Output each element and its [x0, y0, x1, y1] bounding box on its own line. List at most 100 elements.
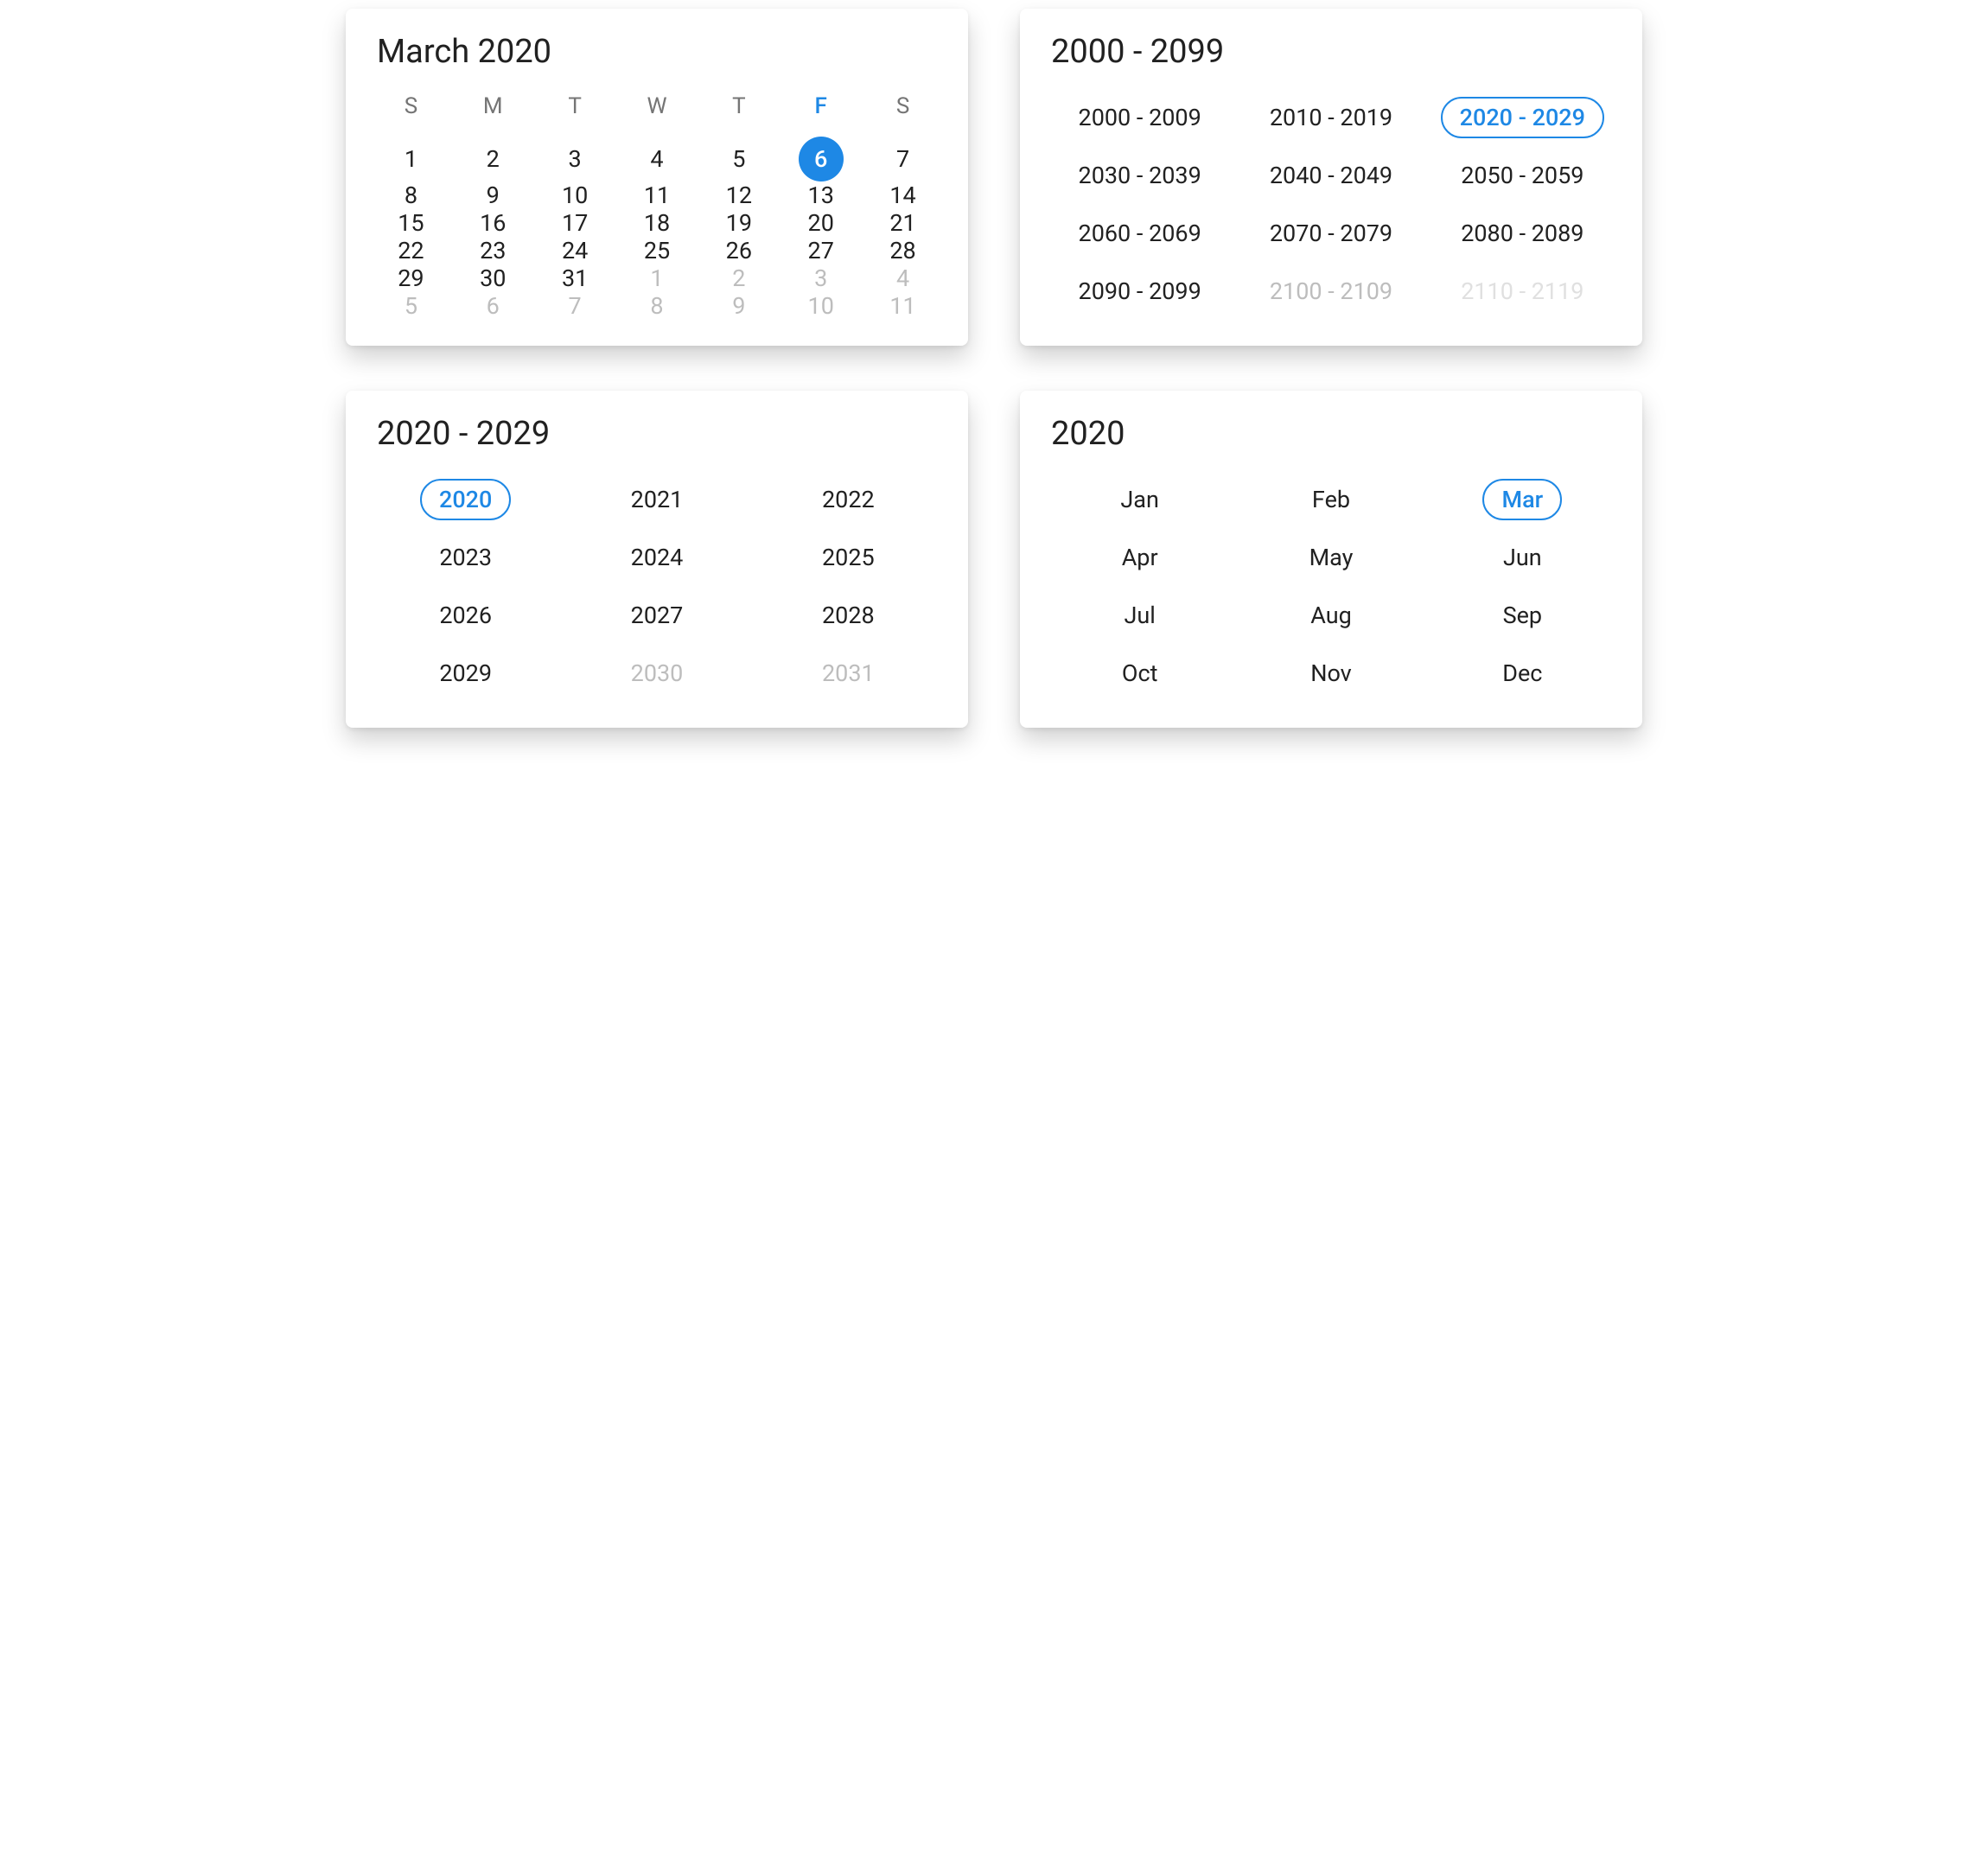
day-cell[interactable]: 19 [698, 209, 780, 237]
calendar-title[interactable]: 2020 [1044, 415, 1618, 453]
day-cell[interactable]: 28 [862, 237, 944, 264]
day-cell[interactable]: 11 [862, 292, 944, 320]
day-cell[interactable]: 16 [452, 209, 534, 237]
year-cell[interactable]: 2031 [806, 653, 890, 694]
calendar-title[interactable]: March 2020 [370, 33, 944, 71]
year-cell[interactable]: 2029 [424, 653, 507, 694]
month-cell[interactable]: Mar [1482, 479, 1562, 520]
calendar-day-view: March 2020 SMTWTFS 123456789101112131415… [346, 9, 968, 346]
day-cell[interactable]: 26 [698, 237, 780, 264]
month-cell[interactable]: Nov [1295, 653, 1367, 694]
day-row: 567891011 [370, 292, 944, 320]
month-cell[interactable]: Dec [1487, 653, 1558, 694]
decade-range-cell[interactable]: 2030 - 2039 [1063, 155, 1217, 196]
year-cell[interactable]: 2022 [806, 479, 890, 520]
day-cell[interactable]: 6 [780, 137, 862, 181]
calendar-century-view: 2000 - 2099 2000 - 2009 2010 - 2019 2020 -… [1020, 9, 1642, 346]
calendar-month-view: 2020 Jan Feb Mar Apr May Jun Jul Aug Sep Oct Nov De… [1020, 391, 1642, 728]
weekday-header-cell: W [616, 85, 698, 128]
day-cell[interactable]: 13 [780, 181, 862, 209]
weekday-header-cell: M [452, 85, 534, 128]
day-cell[interactable]: 25 [616, 237, 698, 264]
decade-range-cell[interactable]: 2020 - 2029 [1441, 97, 1604, 138]
day-cell[interactable]: 6 [452, 292, 534, 320]
day-cell[interactable]: 9 [698, 292, 780, 320]
day-cell[interactable]: 17 [534, 209, 616, 237]
day-cell[interactable]: 10 [534, 181, 616, 209]
day-cell[interactable]: 31 [534, 264, 616, 292]
day-cell[interactable]: 30 [452, 264, 534, 292]
day-cell[interactable]: 9 [452, 181, 534, 209]
day-cell[interactable]: 12 [698, 181, 780, 209]
month-cell[interactable]: Apr [1106, 537, 1174, 578]
calendar-title[interactable]: 2020 - 2029 [370, 415, 944, 453]
decade-range-cell[interactable]: 2000 - 2009 [1063, 97, 1217, 138]
day-row: 1234567 [370, 137, 944, 181]
year-cell[interactable]: 2023 [424, 537, 507, 578]
day-cell[interactable]: 1 [616, 264, 698, 292]
weekday-header-cell: T [698, 85, 780, 128]
year-cell[interactable]: 2021 [615, 479, 699, 520]
year-cell[interactable]: 2025 [806, 537, 890, 578]
decade-range-cell[interactable]: 2010 - 2019 [1254, 97, 1408, 138]
year-cell[interactable]: 2028 [806, 595, 890, 636]
decade-range-cell[interactable]: 2060 - 2069 [1063, 213, 1217, 254]
month-cell[interactable]: Jun [1488, 537, 1558, 578]
day-cell[interactable]: 1 [370, 137, 452, 181]
weekday-header-cell: S [370, 85, 452, 128]
calendar-title[interactable]: 2000 - 2099 [1044, 33, 1618, 71]
century-grid: 2000 - 2009 2010 - 2019 2020 - 2029 2030 - … [1044, 88, 1618, 320]
day-cell[interactable]: 22 [370, 237, 452, 264]
decade-range-cell[interactable]: 2050 - 2059 [1445, 155, 1599, 196]
day-row: 22232425262728 [370, 237, 944, 264]
day-cell[interactable]: 27 [780, 237, 862, 264]
month-cell[interactable]: Sep [1488, 595, 1558, 636]
month-grid: Jan Feb Mar Apr May Jun Jul Aug Sep Oct Nov Dec [1044, 470, 1618, 702]
day-cell[interactable]: 2 [698, 264, 780, 292]
day-cell[interactable]: 7 [534, 292, 616, 320]
weekday-header-cell: S [862, 85, 944, 128]
day-cell[interactable]: 21 [862, 209, 944, 237]
day-cell[interactable]: 24 [534, 237, 616, 264]
day-cell[interactable]: 15 [370, 209, 452, 237]
day-cell[interactable]: 7 [862, 137, 944, 181]
day-cell[interactable]: 4 [616, 137, 698, 181]
day-cell[interactable]: 29 [370, 264, 452, 292]
year-cell[interactable]: 2027 [615, 595, 699, 636]
year-cell[interactable]: 2026 [424, 595, 507, 636]
month-cell[interactable]: Oct [1106, 653, 1174, 694]
month-cell[interactable]: May [1294, 537, 1369, 578]
decade-range-cell[interactable]: 2090 - 2099 [1063, 271, 1217, 312]
weekday-header-row: SMTWTFS [370, 85, 944, 128]
decade-range-cell[interactable]: 2100 - 2109 [1254, 271, 1408, 312]
day-row: 891011121314 [370, 181, 944, 209]
day-cell[interactable]: 14 [862, 181, 944, 209]
year-cell[interactable]: 2030 [615, 653, 699, 694]
decade-range-cell[interactable]: 2040 - 2049 [1254, 155, 1408, 196]
day-cell[interactable]: 10 [780, 292, 862, 320]
decade-range-cell[interactable]: 2070 - 2079 [1254, 213, 1408, 254]
day-cell[interactable]: 11 [616, 181, 698, 209]
day-cell[interactable]: 2 [452, 137, 534, 181]
day-cell[interactable]: 8 [370, 181, 452, 209]
year-cell[interactable]: 2024 [615, 537, 699, 578]
year-cell[interactable]: 2020 [420, 479, 511, 520]
day-cell[interactable]: 23 [452, 237, 534, 264]
day-cell[interactable]: 5 [370, 292, 452, 320]
day-cell[interactable]: 5 [698, 137, 780, 181]
decade-range-cell[interactable]: 2110 - 2119 [1445, 271, 1599, 312]
month-cell[interactable]: Jul [1108, 595, 1170, 636]
month-cell[interactable]: Jan [1105, 479, 1175, 520]
day-row: 2930311234 [370, 264, 944, 292]
weekday-header-cell: T [534, 85, 616, 128]
day-cell[interactable]: 18 [616, 209, 698, 237]
month-cell[interactable]: Feb [1297, 479, 1366, 520]
day-cell[interactable]: 3 [780, 264, 862, 292]
day-cell[interactable]: 20 [780, 209, 862, 237]
decade-range-cell[interactable]: 2080 - 2089 [1445, 213, 1599, 254]
month-cell[interactable]: Aug [1295, 595, 1367, 636]
day-grid: 1234567891011121314151617181920212223242… [370, 137, 944, 320]
day-cell[interactable]: 3 [534, 137, 616, 181]
day-cell[interactable]: 4 [862, 264, 944, 292]
day-cell[interactable]: 8 [616, 292, 698, 320]
